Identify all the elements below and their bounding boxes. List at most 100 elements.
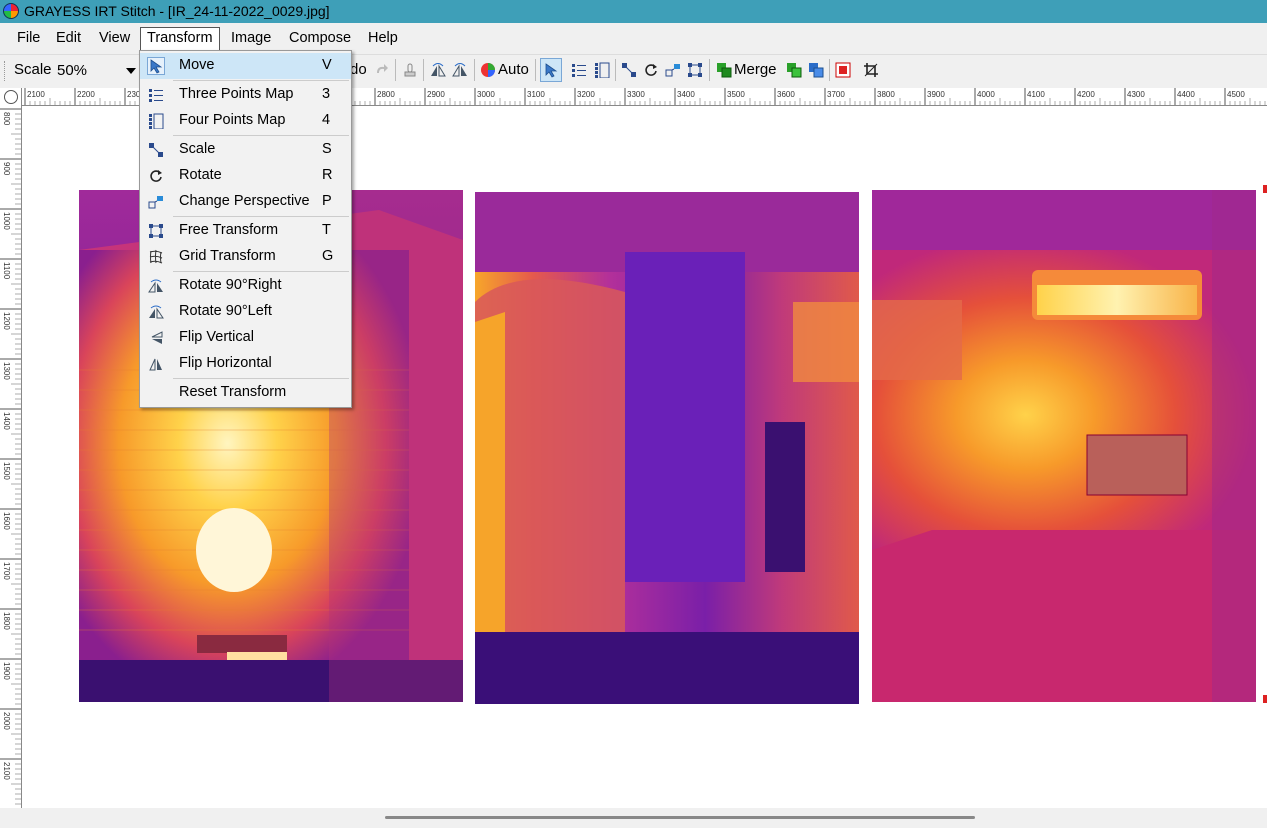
ruler-tick-label: 4100 — [1027, 90, 1045, 99]
menu-item-label: Three Points Map — [179, 86, 294, 102]
menu-item-shortcut: 3 — [322, 86, 331, 102]
rotate-icon[interactable] — [643, 62, 659, 78]
menu-item-flip-vertical[interactable]: Flip Vertical — [140, 325, 351, 351]
merge-blue-icon[interactable] — [808, 62, 824, 78]
rotate-90-left-icon[interactable] — [430, 62, 446, 78]
menu-separator — [173, 271, 349, 272]
merge-icon[interactable] — [716, 62, 732, 78]
menu-item-label: Rotate 90°Right — [179, 277, 282, 293]
move-arrow-icon — [147, 57, 165, 75]
menu-item-flip-horizontal[interactable]: Flip Horizontal — [140, 351, 351, 377]
menu-bar: File Edit View Transform Image Compose H… — [0, 23, 1267, 51]
menu-separator — [173, 80, 349, 81]
ruler-tick-label: 3900 — [927, 90, 945, 99]
menu-item-label: Move — [179, 57, 215, 73]
menu-item-shortcut: V — [322, 57, 332, 73]
menu-item-free-transform[interactable]: Free Transform T — [140, 218, 351, 244]
menu-item-scale[interactable]: Scale S — [140, 137, 351, 163]
menu-item-four-points-map[interactable]: Four Points Map 4 — [140, 108, 351, 134]
thermal-image-middle[interactable] — [475, 192, 859, 704]
menu-help[interactable]: Help — [361, 28, 405, 48]
ruler-tick-label: 4400 — [1177, 90, 1195, 99]
grid-transform-icon — [149, 249, 163, 264]
ruler-origin-button[interactable] — [0, 88, 22, 106]
thermal-image-right[interactable] — [872, 190, 1256, 702]
menu-item-rotate[interactable]: Rotate R — [140, 163, 351, 189]
ruler-tick-label: 1000 — [2, 212, 11, 230]
menu-item-label: Scale — [179, 141, 216, 157]
menu-compose[interactable]: Compose — [282, 28, 358, 48]
menu-item-rotate-90-left[interactable]: Rotate 90°Left — [140, 299, 351, 325]
menu-item-change-perspective[interactable]: Change Perspective P — [140, 189, 351, 215]
chevron-down-icon — [126, 68, 136, 74]
auto-color-icon[interactable] — [480, 62, 496, 78]
undo-button[interactable]: do — [350, 61, 367, 78]
app-logo-icon — [3, 3, 19, 19]
menu-item-shortcut: T — [322, 222, 331, 238]
perspective-icon[interactable] — [665, 62, 681, 78]
edge-marker-bottom — [1263, 695, 1267, 703]
ruler-tick-label: 4500 — [1227, 90, 1245, 99]
scale-dropdown[interactable]: 50% — [52, 59, 138, 83]
menu-file[interactable]: File — [10, 28, 47, 48]
ruler-vertical: 800 900 1000 1100 1200 1300 1400 1500 1600 1700 18… — [0, 105, 22, 808]
menu-item-shortcut: R — [322, 167, 333, 183]
menu-edit[interactable]: Edit — [49, 28, 88, 48]
crop-icon[interactable] — [863, 62, 879, 78]
menu-item-label: Rotate 90°Left — [179, 303, 272, 319]
ruler-tick-label: 2100 — [2, 762, 11, 780]
ruler-tick-label: 2900 — [427, 90, 445, 99]
ruler-tick-label: 1900 — [2, 662, 11, 680]
ruler-tick-label: 1500 — [2, 462, 11, 480]
move-tool-button[interactable] — [540, 58, 562, 82]
menu-item-shortcut: G — [322, 248, 334, 264]
rotate-icon — [150, 170, 162, 182]
redo-icon[interactable] — [374, 62, 390, 78]
menu-item-rotate-90-right[interactable]: Rotate 90°Right — [140, 273, 351, 299]
scale-label: Scale — [14, 61, 52, 78]
four-points-map-icon[interactable] — [594, 62, 610, 78]
scale-icon[interactable] — [621, 62, 637, 78]
ruler-tick-label: 1600 — [2, 512, 11, 530]
merge-button[interactable]: Merge — [734, 61, 777, 78]
toolbar-grip — [4, 61, 7, 81]
horizontal-scrollbar[interactable] — [0, 808, 1267, 828]
menu-item-reset-transform[interactable]: Reset Transform — [140, 380, 351, 406]
menu-image[interactable]: Image — [224, 28, 278, 48]
ruler-tick-label: 4300 — [1127, 90, 1145, 99]
ruler-tick-label: 1100 — [2, 262, 11, 280]
menu-item-three-points-map[interactable]: Three Points Map 3 — [140, 82, 351, 108]
menu-item-label: Change Perspective — [179, 193, 310, 209]
ruler-tick-label: 3100 — [527, 90, 545, 99]
delete-layer-icon[interactable] — [835, 62, 851, 78]
ruler-tick-label: 4000 — [977, 90, 995, 99]
flip-horizontal-icon — [149, 358, 162, 371]
ruler-tick-label: 3000 — [477, 90, 495, 99]
three-points-map-icon — [149, 89, 163, 102]
menu-transform[interactable]: Transform — [140, 27, 220, 51]
scale-icon — [149, 143, 163, 157]
menu-item-shortcut: 4 — [322, 112, 331, 128]
ruler-tick-label: 2800 — [377, 90, 395, 99]
menu-item-move[interactable]: Move V — [140, 53, 351, 79]
menu-item-label: Four Points Map — [179, 112, 286, 128]
menu-item-label: Free Transform — [179, 222, 279, 238]
rotate-90-right-icon — [148, 279, 163, 293]
ruler-tick-label: 1300 — [2, 362, 11, 380]
free-transform-icon — [149, 224, 163, 238]
ruler-tick-label: 900 — [2, 162, 11, 176]
auto-button[interactable]: Auto — [498, 61, 529, 78]
stamp-icon[interactable] — [402, 62, 418, 78]
flip-vertical-icon — [151, 331, 163, 344]
menu-item-grid-transform[interactable]: Grid Transform G — [140, 244, 351, 270]
merge-green-icon[interactable] — [786, 62, 802, 78]
free-transform-icon[interactable] — [687, 62, 703, 78]
three-points-map-icon[interactable] — [571, 62, 587, 78]
ruler-tick-label: 3200 — [577, 90, 595, 99]
menu-view[interactable]: View — [92, 28, 137, 48]
menu-item-label: Rotate — [179, 167, 222, 183]
menu-item-label: Grid Transform — [179, 248, 276, 264]
perspective-icon — [148, 196, 163, 209]
rotate-90-right-icon[interactable] — [452, 62, 468, 78]
scrollbar-thumb[interactable] — [385, 816, 975, 819]
